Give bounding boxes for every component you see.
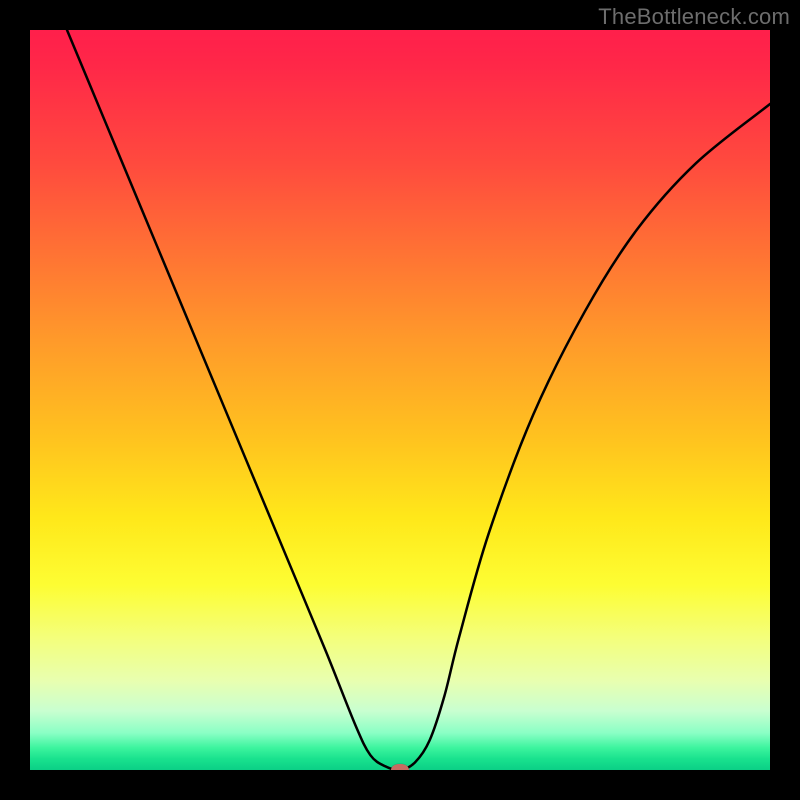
bottleneck-curve — [30, 30, 770, 770]
plot-area — [30, 30, 770, 770]
watermark-label: TheBottleneck.com — [598, 4, 790, 30]
chart-frame: TheBottleneck.com — [0, 0, 800, 800]
optimal-point-marker — [391, 764, 409, 770]
